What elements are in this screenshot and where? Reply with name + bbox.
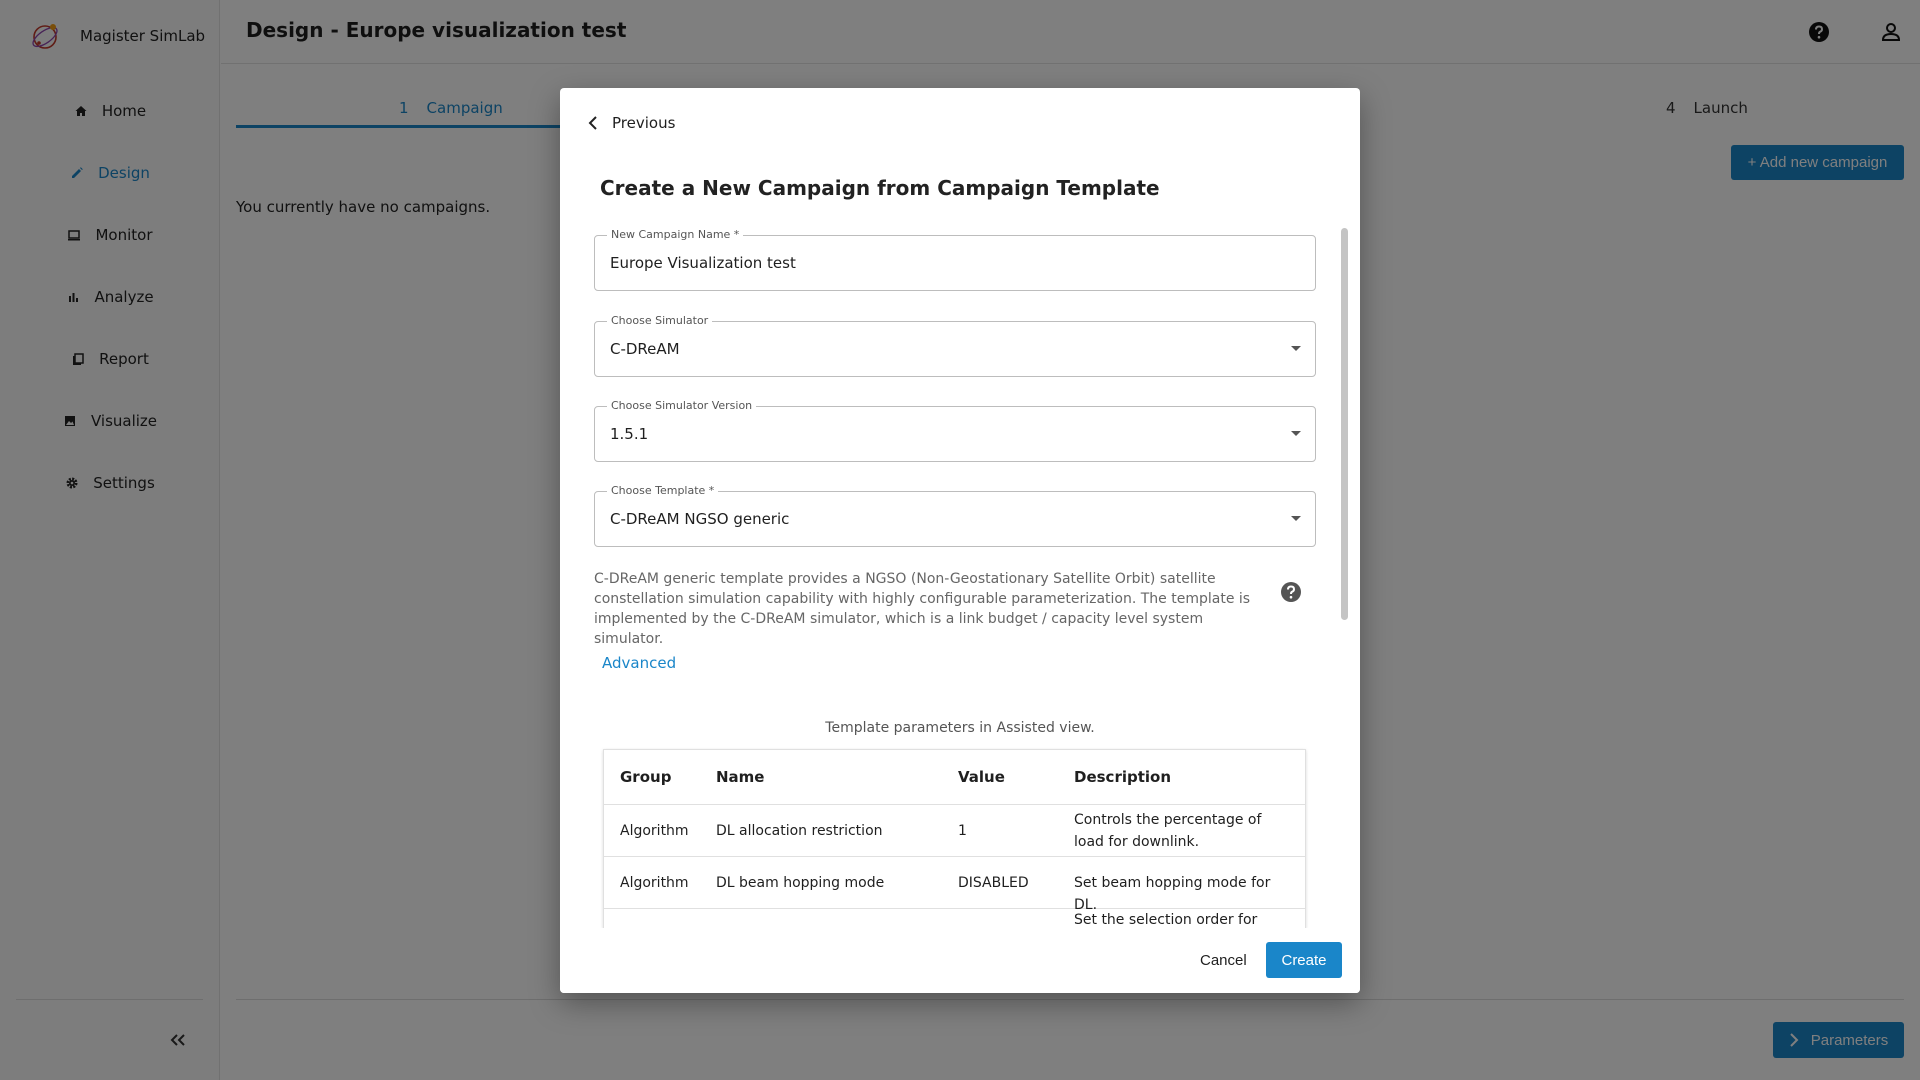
template-description: C-DReAM generic template provides a NGSO… <box>594 571 1251 647</box>
dropdown-arrow-icon <box>1291 346 1301 351</box>
dialog-scrollbar[interactable] <box>1341 228 1348 620</box>
create-button[interactable]: Create <box>1266 942 1342 978</box>
cancel-button[interactable]: Cancel <box>1200 942 1247 978</box>
table-caption: Template parameters in Assisted view. <box>825 720 1095 736</box>
advanced-link[interactable]: Advanced <box>602 654 676 672</box>
campaign-name-field[interactable]: New Campaign Name * Europe Visualization… <box>594 228 1316 291</box>
column-header-group: Group <box>620 768 672 786</box>
simulator-version-label: Choose Simulator Version <box>607 399 757 412</box>
cell-description: Controls the percentage of load for down… <box>1074 812 1262 850</box>
dialog-actions: Cancel Create <box>560 928 1360 993</box>
table-row[interactable]: Set the selection order for <box>604 909 1305 929</box>
table-row[interactable]: Algorithm DL allocation restriction 1 Co… <box>604 805 1305 857</box>
cell-group: Algorithm <box>620 823 689 839</box>
previous-label: Previous <box>612 114 676 132</box>
cell-group: Algorithm <box>620 875 689 891</box>
template-value: C-DReAM NGSO generic <box>610 510 790 528</box>
dropdown-arrow-icon <box>1291 516 1301 521</box>
cell-name: DL allocation restriction <box>716 823 883 839</box>
simulator-select[interactable]: Choose Simulator C-DReAM <box>594 314 1316 377</box>
previous-button[interactable]: Previous <box>588 114 675 132</box>
simulator-label: Choose Simulator <box>607 314 713 327</box>
template-label: Choose Template * <box>607 484 719 497</box>
simulator-version-select[interactable]: Choose Simulator Version 1.5.1 <box>594 399 1316 462</box>
table-header-row: Group Name Value Description <box>604 750 1305 805</box>
cell-value: DISABLED <box>958 875 1029 891</box>
column-header-value: Value <box>958 768 1005 786</box>
dialog-title: Create a New Campaign from Campaign Temp… <box>600 176 1160 200</box>
campaign-name-label: New Campaign Name * <box>607 228 744 241</box>
campaign-name-value: Europe Visualization test <box>610 254 796 272</box>
cell-description: Set the selection order for <box>1074 912 1258 928</box>
template-help-icon[interactable] <box>1280 581 1302 603</box>
create-campaign-dialog: Previous Create a New Campaign from Camp… <box>560 88 1360 993</box>
template-select[interactable]: Choose Template * C-DReAM NGSO generic <box>594 484 1316 547</box>
cell-name: DL beam hopping mode <box>716 875 885 891</box>
column-header-description: Description <box>1074 768 1172 786</box>
chevron-left-icon <box>588 116 597 130</box>
dropdown-arrow-icon <box>1291 431 1301 436</box>
simulator-version-value: 1.5.1 <box>610 425 649 443</box>
cell-value: 1 <box>958 823 967 839</box>
column-header-name: Name <box>716 768 765 786</box>
table-row[interactable]: Algorithm DL beam hopping mode DISABLED … <box>604 857 1305 913</box>
template-parameters-table: Group Name Value Description Algorithm D… <box>603 749 1306 929</box>
simulator-value: C-DReAM <box>610 340 680 358</box>
